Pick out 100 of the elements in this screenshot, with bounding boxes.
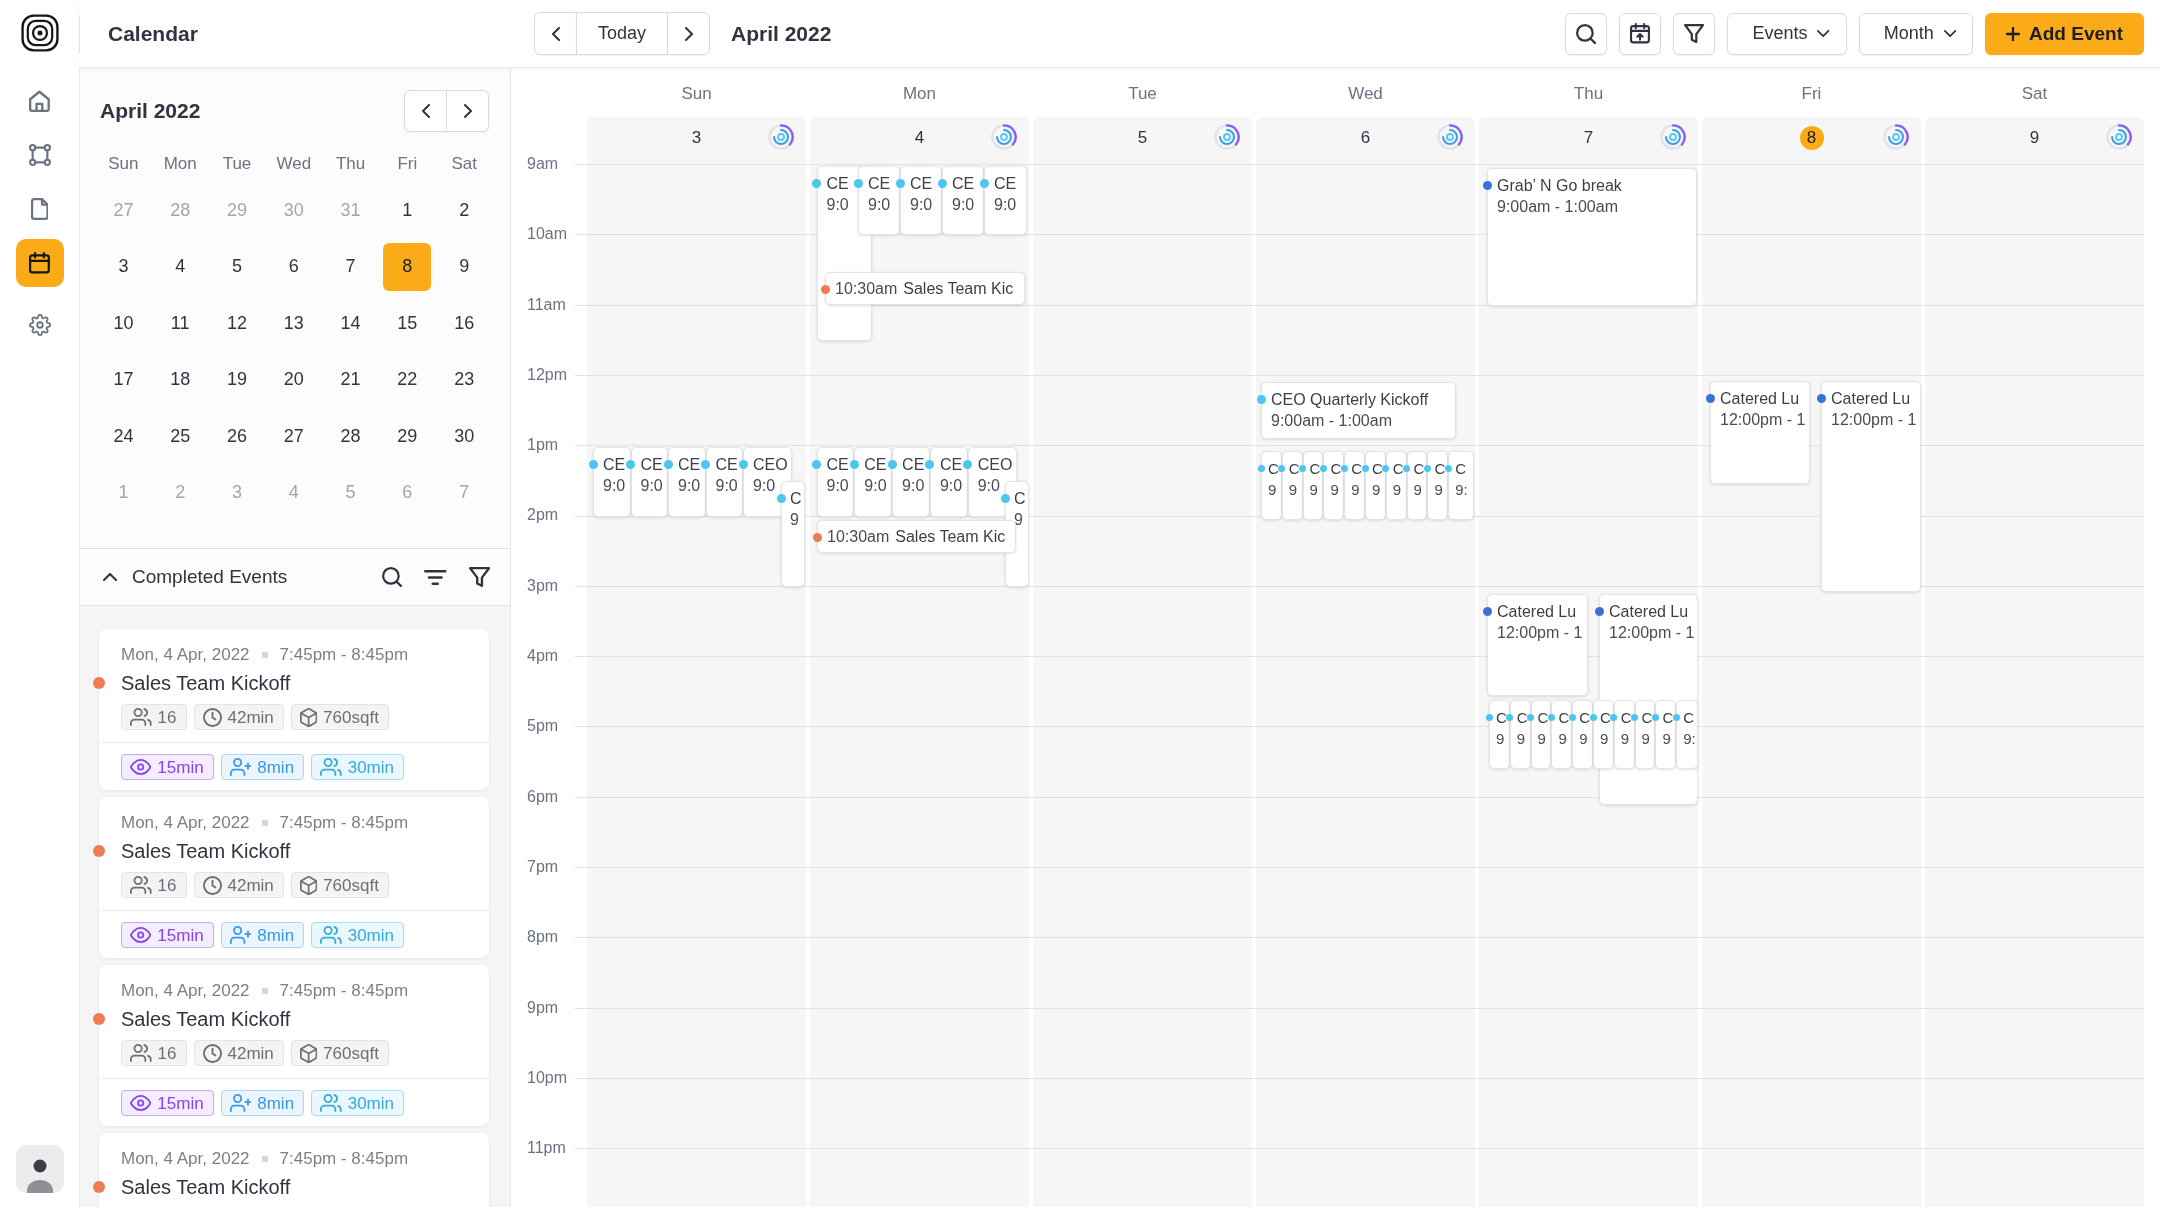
calendar-day[interactable]: 23 [440, 355, 489, 404]
event-card[interactable]: Mon, 4 Apr, 2022 7:45pm - 8:45pm Sales Team Kickoff 16 42min 760sqft 15min 8min 30min [99, 797, 489, 958]
event-chip[interactable]: C 9 [1427, 451, 1449, 520]
day-number[interactable]: 3 [690, 125, 703, 150]
dropdown[interactable]: Month [1858, 12, 1973, 55]
calendar-day[interactable]: 3 [99, 242, 148, 291]
calendar-day[interactable]: 6 [269, 242, 318, 291]
calendar-day[interactable]: 7 [326, 242, 375, 291]
day-number[interactable]: 8 [1799, 125, 1824, 150]
event-card[interactable]: Mon, 4 Apr, 2022 7:45pm - 8:45pm Sales Team Kickoff [99, 1133, 489, 1207]
chevron-right-icon [463, 104, 472, 118]
calendar-day[interactable]: 11 [156, 299, 205, 348]
group-duration: 30min [347, 1094, 394, 1112]
search-button[interactable] [1565, 12, 1608, 55]
event-chip[interactable]: C 9: [1448, 451, 1475, 520]
day-number[interactable]: 9 [2028, 125, 2041, 150]
calendar-day[interactable]: 9 [440, 242, 489, 291]
nav-button[interactable] [15, 239, 64, 287]
add-event-button[interactable]: Add Event [1985, 12, 2144, 55]
day-number[interactable]: 4 [913, 125, 926, 150]
event-chip[interactable]: C 9 [1509, 700, 1531, 769]
calendar-day[interactable]: 14 [326, 299, 375, 348]
event-chip[interactable]: C 9 [1385, 451, 1407, 520]
hour-label: 5pm [527, 717, 559, 736]
event-chip[interactable]: C 9 [1365, 451, 1386, 520]
event-title: Sales Team Kickoff [121, 1007, 291, 1032]
calendar-day[interactable]: 29 [383, 412, 432, 461]
calendar-day[interactable]: 12 [213, 299, 261, 348]
event-title: Catered Lu [1831, 388, 1911, 409]
event-chip[interactable]: C 9 [1302, 451, 1324, 520]
eye-icon [130, 759, 152, 775]
calendar-icon [29, 252, 50, 274]
sort-button[interactable] [424, 569, 447, 585]
next-month-button[interactable] [446, 90, 489, 132]
event-chip[interactable]: C 9 [1489, 700, 1510, 769]
event-chip[interactable]: C 9 [1323, 451, 1345, 520]
day-number[interactable]: 7 [1582, 125, 1595, 150]
event-title: CE [826, 173, 849, 194]
user-avatar-icon[interactable] [15, 1145, 64, 1193]
event-chip[interactable]: C 9 [1344, 451, 1365, 520]
calendar-day[interactable]: 2 [440, 186, 489, 235]
calendar-day[interactable]: 5 [213, 242, 261, 291]
event-chip[interactable]: C 9 [1613, 700, 1635, 769]
day-number[interactable]: 6 [1359, 125, 1372, 150]
event-title: C [790, 488, 802, 509]
nodes-icon [28, 144, 51, 166]
calendar-day[interactable]: 24 [99, 412, 148, 461]
calendar-day[interactable]: 10 [99, 299, 148, 348]
previous-button[interactable] [534, 12, 577, 55]
calendar-day[interactable]: 1 [383, 186, 432, 235]
event-chip[interactable]: C 9: [1676, 700, 1698, 769]
calendar-day[interactable]: 19 [213, 355, 261, 404]
hour-label: 11am [527, 295, 566, 314]
previous-month-button[interactable] [404, 90, 447, 132]
event-chip[interactable]: C 9 [1261, 451, 1282, 520]
event-card[interactable]: Mon, 4 Apr, 2022 7:45pm - 8:45pm Sales Team Kickoff 16 42min 760sqft 15min 8min 30min [99, 965, 489, 1126]
event-title: C [1662, 707, 1674, 728]
weekday-label: Sat [451, 154, 477, 174]
event-title: Grab’ N Go break [1497, 175, 1622, 196]
event-chip[interactable]: C 9 [1634, 700, 1656, 769]
area-value: 760sqft [323, 1044, 379, 1062]
day-number[interactable]: 5 [1136, 125, 1149, 150]
event-time: 9:0 [977, 475, 1000, 496]
calendar-day[interactable]: 18 [156, 355, 205, 404]
event-chip[interactable]: C 9 [1406, 451, 1428, 520]
calendar-day[interactable]: 16 [440, 299, 489, 348]
event-title: C [1537, 707, 1549, 728]
event-chip[interactable]: C 9 [1281, 451, 1303, 520]
calendar-day[interactable]: 17 [99, 355, 148, 404]
event-chip[interactable]: C 9 [1530, 700, 1552, 769]
event-chip[interactable]: C 9 [1572, 700, 1593, 769]
section-title: Completed Events [132, 566, 288, 588]
event-card[interactable]: Mon, 4 Apr, 2022 7:45pm - 8:45pm Sales Team Kickoff 16 42min 760sqft 15min 8min 30min [99, 629, 489, 790]
calendar-day[interactable]: 15 [383, 299, 432, 348]
dropdown[interactable]: Events [1727, 12, 1847, 55]
calendar-button[interactable] [1619, 12, 1662, 55]
calendar-day[interactable]: 26 [213, 412, 261, 461]
calendar-day[interactable]: 4 [156, 242, 205, 291]
filter-button[interactable] [468, 567, 490, 587]
event-title: Sales Team Kickoff [121, 671, 291, 696]
event-time: 9 [1392, 479, 1402, 500]
calendar-day[interactable]: 28 [326, 412, 375, 461]
calendar-day[interactable]: 27 [269, 412, 318, 461]
search-button[interactable] [382, 567, 403, 587]
calendar-day[interactable]: 22 [383, 355, 432, 404]
today-button[interactable]: Today [576, 12, 668, 55]
event-chip[interactable]: C 9 [1551, 700, 1573, 769]
calendar-day[interactable]: 25 [156, 412, 205, 461]
calendar-day[interactable]: 8 [383, 242, 432, 291]
logo-icon [20, 14, 59, 52]
calendar-day[interactable]: 30 [440, 412, 489, 461]
plus-icon [2006, 26, 2020, 41]
weekday-label: Fri [1801, 84, 1822, 104]
calendar-day[interactable]: 21 [326, 355, 375, 404]
cube-icon [299, 707, 318, 727]
calendar-day[interactable]: 20 [269, 355, 318, 404]
calendar-day[interactable]: 13 [269, 299, 318, 348]
next-button[interactable] [667, 12, 710, 55]
event-chip[interactable]: C 9 [1655, 700, 1677, 769]
event-chip[interactable]: C 9 [1593, 700, 1614, 769]
